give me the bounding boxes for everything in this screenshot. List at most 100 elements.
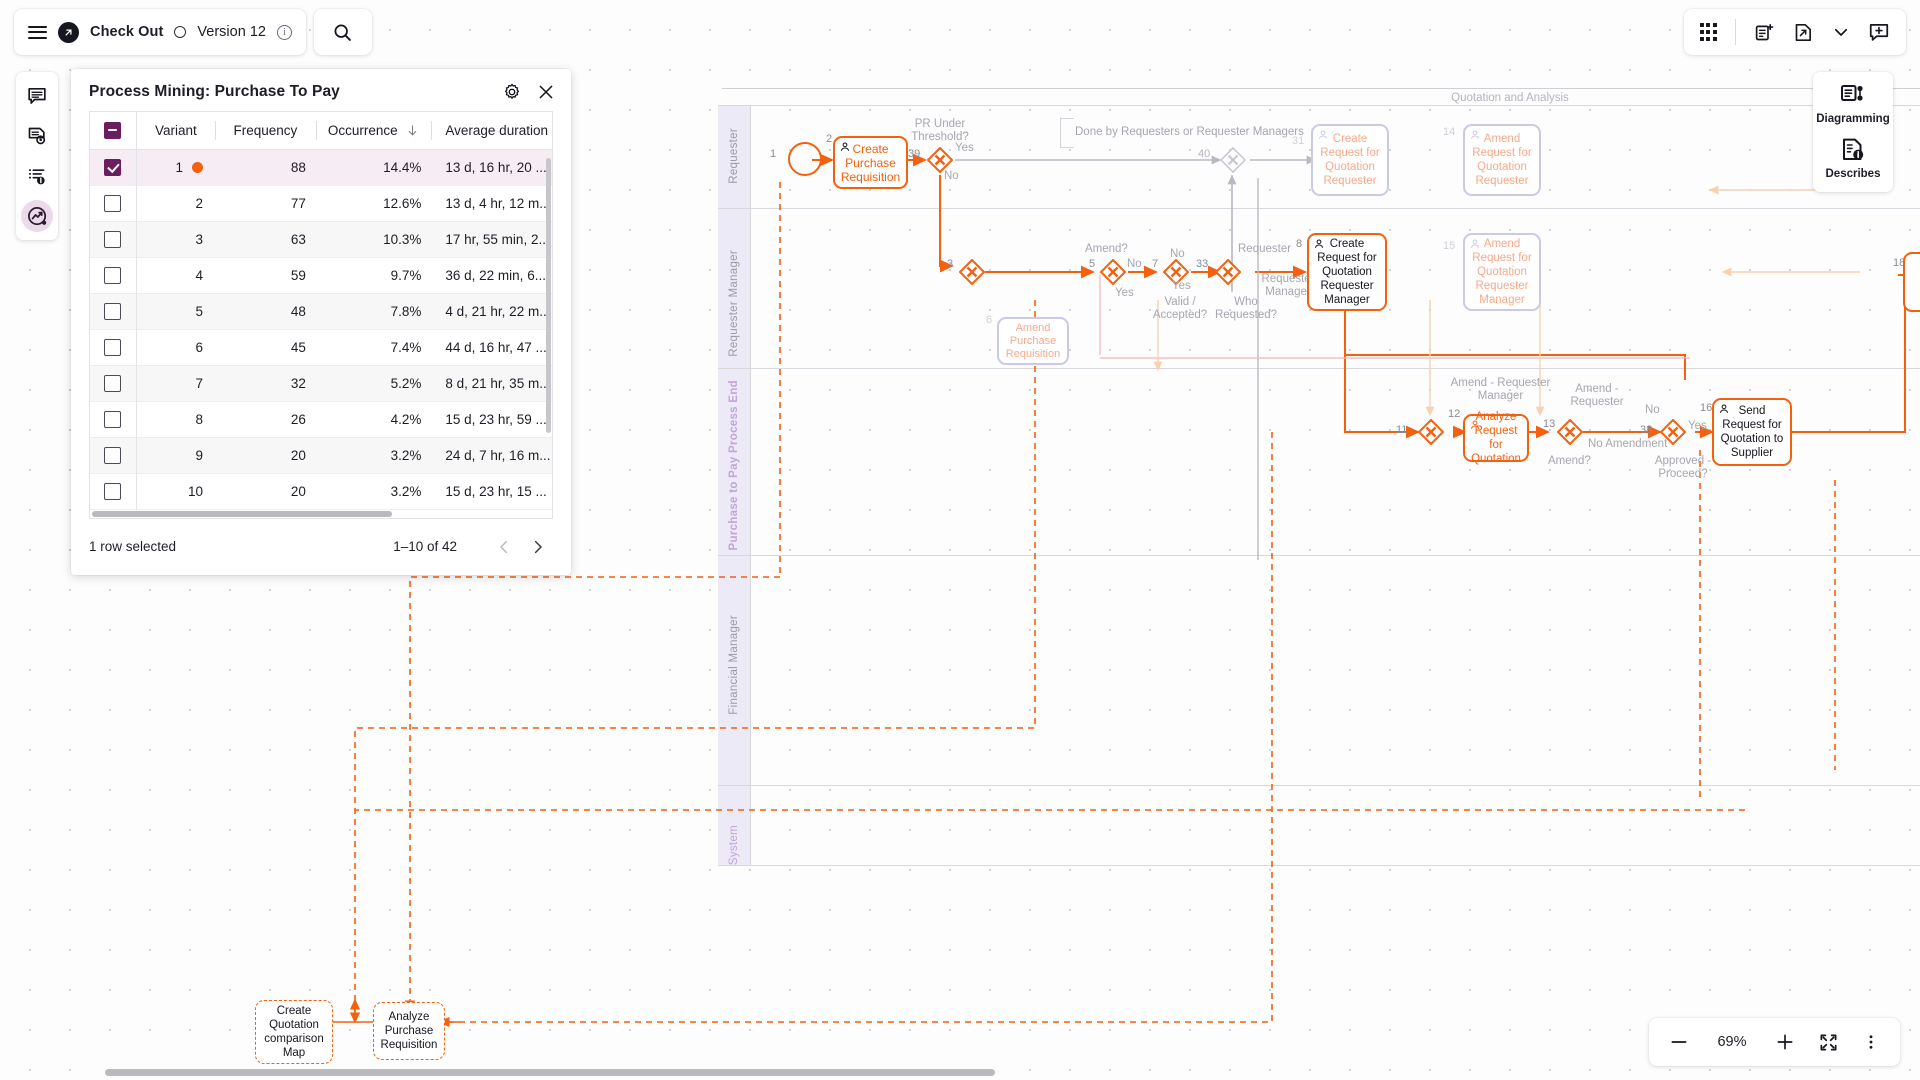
process-mining-panel: Process Mining: Purchase To Pay Variant … [71,69,571,575]
zoom-in-button[interactable] [1775,1032,1795,1052]
horizontal-scrollbar-canvas[interactable] [105,1069,995,1076]
node-offscreen-right[interactable] [1903,252,1920,312]
variant-number: 3 [195,232,203,247]
table-row[interactable]: 18814.4%13 d, 16 hr, 20 ... [90,149,553,185]
table-row[interactable]: 7325.2%8 d, 21 hr, 35 m... [90,365,553,401]
pagination-next-button[interactable] [525,534,551,560]
variants-vertical-scrollbar[interactable] [546,158,551,488]
row-checkbox[interactable] [104,231,121,248]
lane-line [718,555,1920,556]
table-row[interactable]: 6457.4%44 d, 16 hr, 47 ... [90,329,553,365]
tool-diagramming[interactable]: Diagramming [1817,82,1889,125]
table-row[interactable]: 10203.2%15 d, 23 hr, 15 ... [90,473,553,509]
col-occurrence[interactable]: Occurrence [316,112,432,149]
node-create-quotation-comparison-map[interactable]: Create Quotation comparison Map [255,1000,333,1064]
start-event[interactable] [788,142,822,176]
edge-number: 7 [1152,258,1158,270]
new-document-icon[interactable] [1754,22,1775,43]
gateway-approved-proceed[interactable] [1660,419,1686,445]
row-checkbox[interactable] [104,195,121,212]
gateway-amend-2[interactable] [1557,419,1583,445]
row-select-cell [90,149,136,185]
version-label[interactable]: Version 12 [197,24,266,40]
search-button[interactable] [314,9,372,55]
table-row[interactable]: 9203.2%24 d, 7 hr, 16 m... [90,437,553,473]
rail-item-document-settings[interactable] [21,120,53,152]
row-checkbox[interactable] [104,267,121,284]
info-icon[interactable]: i [277,25,292,40]
variant-number: 7 [195,376,203,391]
edge-label-no: No [1127,258,1142,271]
checkout-icon[interactable] [58,22,79,43]
fit-to-screen-button[interactable] [1819,1033,1838,1052]
edge-label-requester: Requester [1238,243,1291,256]
describes-icon [1840,137,1866,163]
node-create-rfq-requester[interactable]: Create Request for Quotation Requester [1311,124,1389,196]
select-all-cell [90,112,136,149]
node-label: Create Request for Quotation Requester [1319,132,1381,188]
zoom-level[interactable]: 69% [1713,1034,1751,1050]
tool-label: Diagramming [1816,113,1890,125]
node-amend-rfq-requester-manager[interactable]: Amend Request for Quotation Requester Ma… [1463,233,1541,311]
cell-variant: 1 [136,149,215,185]
cell-frequency: 77 [215,185,316,221]
variants-table: Variant Frequency Occurrence Average dur… [90,112,553,510]
rail-item-details-list[interactable] [21,160,53,192]
toolbar-divider [1735,19,1736,45]
row-checkbox[interactable] [104,339,121,356]
row-checkbox[interactable] [104,375,121,392]
zoom-out-button[interactable] [1669,1032,1689,1052]
chevron-down-icon[interactable] [1832,23,1850,41]
cell-average-duration: 36 d, 22 min, 6... [431,257,553,293]
add-comment-icon[interactable] [1868,21,1890,43]
row-checkbox[interactable] [104,411,121,428]
rail-item-process-mining[interactable] [21,200,53,232]
diagramming-icon [1840,82,1866,108]
edge-number: 13 [1543,418,1555,430]
cell-variant: 9 [136,437,215,473]
lane-label-requester-manager: Requester Manager [728,250,740,357]
cell-variant: 8 [136,401,215,437]
node-send-rfq-to-supplier[interactable]: Send Request for Quotation to Supplier [1712,398,1792,466]
row-checkbox[interactable] [104,159,121,176]
gateway-join[interactable] [959,259,985,285]
lane-border [750,105,751,865]
open-document-icon[interactable] [1793,22,1814,43]
tool-describes[interactable]: Describes [1817,137,1889,180]
panel-settings-button[interactable] [503,83,521,101]
gateway-amend[interactable] [1100,259,1126,285]
row-checkbox[interactable] [104,447,121,464]
gateway-merge-grey[interactable] [1220,147,1246,173]
node-amend-rfq-requester[interactable]: Amend Request for Quotation Requester [1463,124,1541,196]
table-row[interactable]: 5487.8%4 d, 21 hr, 22 m... [90,293,553,329]
table-row[interactable]: 36310.3%17 hr, 55 min, 2... [90,221,553,257]
node-amend-purchase-requisition[interactable]: Amend Purchase Requisition [997,317,1069,365]
variants-horizontal-scrollbar[interactable] [89,510,553,519]
table-row[interactable]: 27712.6%13 d, 4 hr, 12 m... [90,185,553,221]
gateway-label-amend: Amend? [1085,243,1128,256]
edge-number: 39 [908,148,920,160]
col-variant[interactable]: Variant [136,112,215,149]
gateway-who-requested[interactable] [1215,259,1241,285]
row-checkbox[interactable] [104,483,121,500]
version-radio-icon[interactable] [174,26,186,38]
col-frequency[interactable]: Frequency [215,112,316,149]
table-row[interactable]: 4599.7%36 d, 22 min, 6... [90,257,553,293]
table-row[interactable]: 8264.2%15 d, 23 hr, 59 ... [90,401,553,437]
rail-item-comments[interactable] [21,80,53,112]
node-analyze-rfq[interactable]: Analyze Request for Quotation [1463,414,1529,462]
panel-close-button[interactable] [537,83,555,101]
cell-average-duration: 4 d, 21 hr, 22 m... [431,293,553,329]
node-analyze-purchase-requisition[interactable]: Analyze Purchase Requisition [373,1002,445,1060]
gateway-amend-requester-manager[interactable] [1418,419,1444,445]
col-average-duration[interactable]: Average duration [431,112,553,149]
hamburger-icon[interactable] [28,26,47,39]
row-checkbox[interactable] [104,303,121,320]
zoom-more-button[interactable] [1862,1033,1880,1051]
pagination-prev-button[interactable] [491,534,517,560]
select-all-checkbox[interactable] [104,122,121,139]
node-create-rfq-requester-manager[interactable]: Create Request for Quotation Requester M… [1307,233,1387,311]
edge-label-no: No [1170,248,1185,261]
checkout-label[interactable]: Check Out [90,24,163,40]
grid-apps-icon[interactable] [1700,23,1717,40]
